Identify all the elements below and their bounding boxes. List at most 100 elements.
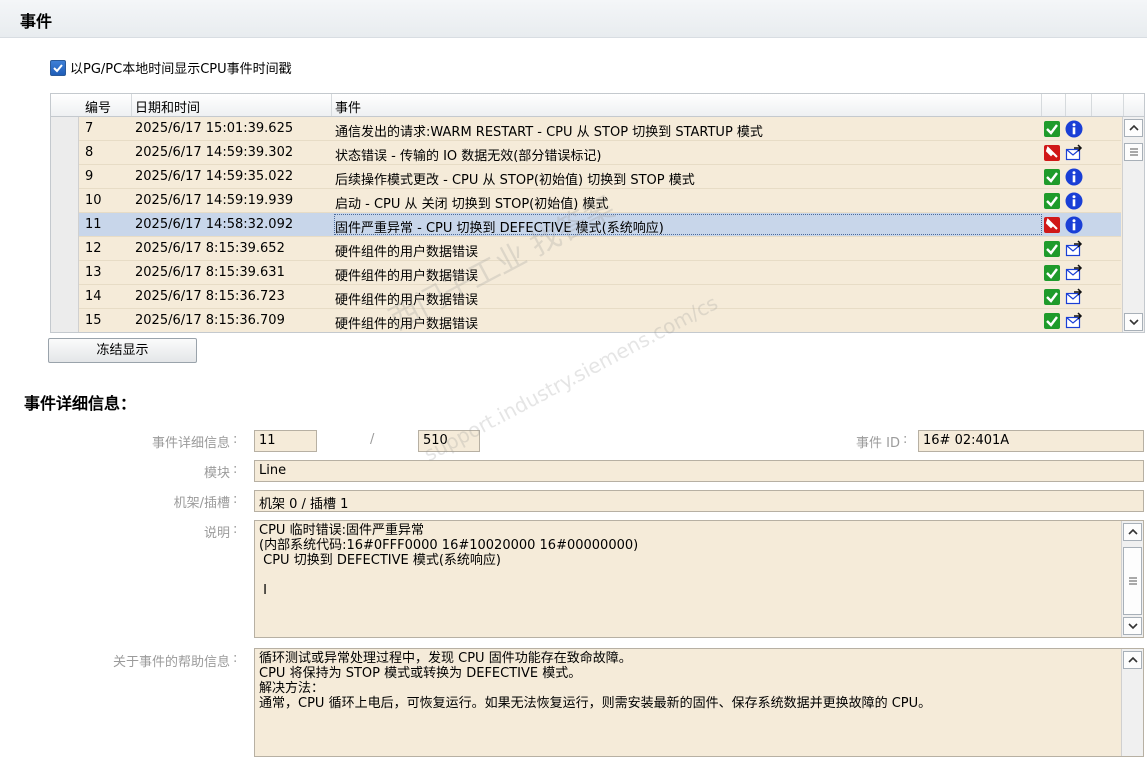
row-number: 12	[85, 241, 102, 256]
row-event: 硬件组件的用户数据错误	[335, 293, 479, 308]
event-details-label: 事件详细信息	[151, 436, 230, 451]
local-time-label: 以PG/PC本地时间显示CPU事件时间戳	[70, 62, 292, 77]
row-datetime: 2025/6/17 14:59:19.939	[135, 193, 294, 208]
green-check-icon	[1043, 264, 1061, 282]
table-row[interactable]: 10 2025/6/17 14:59:19.939 启动 - CPU 从 关闭 切换…	[79, 189, 1121, 213]
text-line: 解决方法：	[259, 681, 325, 696]
checkmark-icon	[53, 63, 63, 72]
label-colon: :	[233, 432, 238, 447]
grip-icon	[1128, 577, 1137, 585]
freeze-display-button[interactable]: 冻结显示	[48, 338, 197, 363]
scroll-down-button[interactable]	[1124, 313, 1143, 331]
label-colon: :	[903, 432, 908, 447]
outgoing-event-icon	[1065, 312, 1083, 330]
row-number: 9	[85, 169, 94, 184]
module-field[interactable]: Line	[254, 460, 1144, 482]
scroll-thumb[interactable]	[1123, 547, 1142, 615]
label-colon: :	[233, 492, 238, 507]
text-line: CPU 临时错误:固件严重异常	[259, 523, 424, 538]
row-number: 14	[85, 289, 102, 304]
outgoing-event-icon	[1065, 264, 1083, 282]
table-header: 编号 日期和时间 事件	[51, 94, 1144, 117]
description-textarea[interactable]: CPU 临时错误:固件严重异常 (内部系统代码:16#0FFF0000 16#10…	[254, 520, 1144, 638]
row-event: 硬件组件的用户数据错误	[335, 245, 479, 260]
text-line: ​	[259, 568, 1139, 583]
row-event: 固件严重异常 - CPU 切换到 DEFECTIVE 模式(系统响应)	[333, 213, 1043, 236]
row-event: 硬件组件的用户数据错误	[335, 269, 479, 284]
help-label: 关于事件的帮助信息	[112, 655, 230, 670]
scroll-thumb[interactable]	[1124, 143, 1143, 161]
chevron-up-icon	[1128, 124, 1139, 131]
header-num[interactable]: 编号	[85, 97, 111, 116]
event-index-field[interactable]: 11	[254, 430, 317, 452]
table-row[interactable]: 14 2025/6/17 8:15:36.723 硬件组件的用户数据错误	[79, 285, 1121, 309]
events-table: 编号 日期和时间 事件 7 2025/6/17 15:01:39.625 通信发出的…	[50, 93, 1145, 333]
chevron-down-icon	[1128, 319, 1139, 326]
scroll-down-button[interactable]	[1123, 617, 1142, 635]
outgoing-event-icon	[1065, 240, 1083, 258]
green-check-icon	[1043, 168, 1061, 186]
help-scrollbar[interactable]	[1121, 649, 1143, 756]
outgoing-event-icon	[1065, 144, 1083, 162]
table-row[interactable]: 13 2025/6/17 8:15:39.631 硬件组件的用户数据错误	[79, 261, 1121, 285]
red-error-icon	[1043, 144, 1061, 162]
module-label: 模块	[203, 466, 230, 481]
local-time-option[interactable]: 以PG/PC本地时间显示CPU事件时间戳	[50, 58, 292, 77]
details-title: 事件详细信息：	[24, 394, 137, 413]
info-icon	[1065, 120, 1083, 138]
scroll-up-button[interactable]	[1124, 119, 1143, 137]
header-datetime[interactable]: 日期和时间	[135, 97, 200, 116]
text-line: I	[259, 583, 267, 598]
table-scrollbar[interactable]	[1122, 117, 1144, 332]
rack-slot-field[interactable]: 机架 0 / 插槽 1	[254, 490, 1144, 512]
green-check-icon	[1043, 240, 1061, 258]
table-row[interactable]: 9 2025/6/17 14:59:35.022 后续操作模式更改 - CPU 从 …	[79, 165, 1121, 189]
table-row[interactable]: 15 2025/6/17 8:15:36.709 硬件组件的用户数据错误	[79, 309, 1121, 332]
section-header	[0, 0, 1147, 38]
row-datetime: 2025/6/17 8:15:36.709	[135, 313, 285, 328]
row-datetime: 2025/6/17 8:15:39.631	[135, 265, 285, 280]
info-icon	[1065, 216, 1083, 234]
text-line: CPU 将保持为 STOP 模式或转换为 DEFECTIVE 模式。	[259, 666, 582, 681]
table-row[interactable]: 7 2025/6/17 15:01:39.625 通信发出的请求:WARM REST…	[79, 117, 1121, 141]
row-datetime: 2025/6/17 14:59:35.022	[135, 169, 294, 184]
row-number: 7	[85, 121, 94, 136]
green-check-icon	[1043, 120, 1061, 138]
text-line: 通常，CPU 循环上电后，可恢复运行。如果无法恢复运行，则需安装最新的固件、保存…	[259, 696, 932, 711]
table-row[interactable]: 11 2025/6/17 14:58:32.092 固件严重异常 - CPU 切换到…	[79, 213, 1121, 237]
table-row[interactable]: 12 2025/6/17 8:15:39.652 硬件组件的用户数据错误	[79, 237, 1121, 261]
row-event: 状态错误 - 传输的 IO 数据无效(部分错误标记)	[335, 149, 602, 164]
row-event: 通信发出的请求:WARM RESTART - CPU 从 STOP 切换到 ST…	[335, 125, 763, 140]
text-line: 循环测试或异常处理过程中，发现 CPU 固件功能存在致命故障。	[259, 651, 632, 666]
red-error-icon	[1043, 216, 1061, 234]
section-title: 事件	[20, 12, 53, 31]
chevron-down-icon	[1127, 623, 1138, 630]
row-datetime: 2025/6/17 8:15:36.723	[135, 289, 285, 304]
description-label: 说明	[203, 526, 230, 541]
outgoing-event-icon	[1065, 288, 1083, 306]
row-datetime: 2025/6/17 14:58:32.092	[135, 217, 294, 232]
scroll-up-button[interactable]	[1123, 651, 1142, 669]
rack-slot-label: 机架/插槽	[173, 496, 230, 511]
description-scrollbar[interactable]	[1121, 521, 1143, 637]
help-textarea[interactable]: 循环测试或异常处理过程中，发现 CPU 固件功能存在致命故障。 CPU 将保持为 …	[254, 648, 1144, 757]
chevron-up-icon	[1127, 656, 1138, 663]
row-number: 15	[85, 313, 102, 328]
info-icon	[1065, 168, 1083, 186]
event-total-field[interactable]: 510	[418, 430, 480, 452]
event-id-field[interactable]: 16# 02:401A	[918, 430, 1144, 452]
row-datetime: 2025/6/17 15:01:39.625	[135, 121, 294, 136]
local-time-checkbox[interactable]	[50, 59, 66, 76]
row-event: 硬件组件的用户数据错误	[335, 317, 479, 332]
row-number: 13	[85, 265, 102, 280]
chevron-up-icon	[1127, 528, 1138, 535]
row-datetime: 2025/6/17 14:59:39.302	[135, 145, 294, 160]
table-row[interactable]: 8 2025/6/17 14:59:39.302 状态错误 - 传输的 IO 数据无…	[79, 141, 1121, 165]
text-line: CPU 切换到 DEFECTIVE 模式(系统响应)	[259, 553, 501, 568]
label-colon: :	[233, 651, 238, 666]
row-number: 11	[85, 217, 102, 232]
scroll-up-button[interactable]	[1123, 523, 1142, 541]
label-colon: :	[233, 462, 238, 477]
grip-icon	[1129, 148, 1138, 156]
header-event[interactable]: 事件	[335, 97, 361, 116]
